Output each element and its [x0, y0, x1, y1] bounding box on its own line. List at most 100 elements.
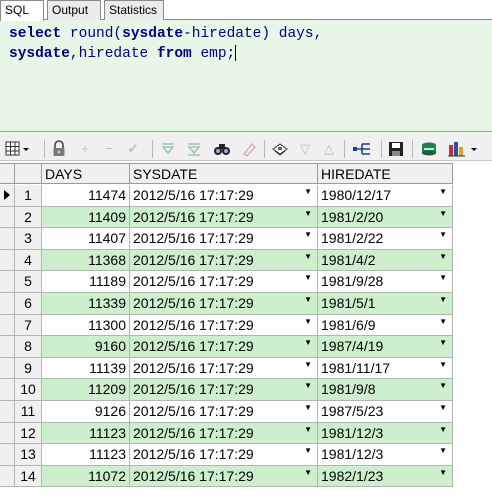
table-row[interactable]: 4 11368 2012/5/16 17:17:29 ▼ 1981/4/2 ▼ — [0, 249, 453, 272]
column-header-sysdate[interactable]: SYSDATE — [130, 164, 318, 184]
cell-days[interactable]: 11123 — [42, 444, 130, 465]
table-row[interactable]: 7 11300 2012/5/16 17:17:29 ▼ 1981/6/9 ▼ — [0, 314, 453, 337]
row-number[interactable]: 7 — [15, 314, 42, 336]
table-row[interactable]: 11 9126 2012/5/16 17:17:29 ▼ 1987/5/23 ▼ — [0, 401, 453, 423]
cell-sysdate[interactable]: 2012/5/16 17:17:29 ▼ — [130, 401, 318, 422]
cell-days[interactable]: 9126 — [42, 401, 130, 422]
grid-menu-icon[interactable] — [4, 140, 30, 158]
row-indicator[interactable] — [0, 271, 15, 292]
dropdown-arrow-icon[interactable]: ▼ — [304, 382, 312, 390]
row-number[interactable]: 4 — [15, 249, 42, 271]
row-indicator[interactable] — [0, 293, 15, 314]
cell-hiredate[interactable]: 1980/12/17 ▼ — [318, 185, 453, 206]
cell-sysdate[interactable]: 2012/5/16 17:17:29 ▼ — [130, 228, 318, 249]
row-number[interactable]: 8 — [15, 336, 42, 357]
dropdown-arrow-icon[interactable]: ▼ — [439, 252, 447, 261]
cell-days[interactable]: 11300 — [42, 314, 130, 336]
table-row[interactable]: 9 11139 2012/5/16 17:17:29 ▼ 1981/11/17 ▼ — [0, 357, 453, 380]
row-indicator[interactable] — [0, 422, 15, 444]
cell-days[interactable]: 11409 — [42, 206, 130, 228]
tab-output[interactable]: Output — [47, 0, 101, 20]
cell-sysdate[interactable]: 2012/5/16 17:17:29 ▼ — [130, 185, 318, 206]
dropdown-arrow-icon[interactable]: ▼ — [439, 209, 447, 218]
cell-hiredate[interactable]: 1981/5/1 ▼ — [318, 293, 453, 314]
dropdown-arrow-icon[interactable]: ▼ — [304, 447, 312, 455]
cell-hiredate[interactable]: 1981/6/9 ▼ — [318, 314, 453, 336]
dropdown-arrow-icon[interactable]: ▼ — [304, 231, 312, 239]
table-row[interactable]: 8 9160 2012/5/16 17:17:29 ▼ 1987/4/19 ▼ — [0, 336, 453, 358]
dropdown-arrow-icon[interactable]: ▼ — [304, 425, 312, 434]
cell-days[interactable]: 11339 — [42, 293, 130, 314]
table-row[interactable]: 5 11189 2012/5/16 17:17:29 ▼ 1981/9/28 ▼ — [0, 271, 453, 293]
cell-sysdate[interactable]: 2012/5/16 17:17:29 ▼ — [130, 422, 318, 444]
save-icon[interactable] — [387, 140, 405, 158]
cell-hiredate[interactable]: 1981/2/22 ▼ — [318, 228, 453, 249]
cell-hiredate[interactable]: 1981/4/2 ▼ — [318, 249, 453, 271]
find-icon[interactable] — [212, 140, 232, 158]
explain-plan-icon[interactable] — [352, 140, 374, 158]
table-row[interactable]: 10 11209 2012/5/16 17:17:29 ▼ 1981/9/8 ▼ — [0, 379, 453, 401]
dropdown-arrow-icon[interactable]: ▼ — [304, 252, 312, 261]
dropdown-arrow-icon[interactable]: ▼ — [304, 296, 312, 304]
cell-hiredate[interactable]: 1981/12/3 ▼ — [318, 422, 453, 444]
dropdown-arrow-icon[interactable]: ▼ — [439, 188, 447, 196]
cell-sysdate[interactable]: 2012/5/16 17:17:29 ▼ — [130, 357, 318, 379]
row-number[interactable]: 9 — [15, 357, 42, 379]
row-number[interactable]: 10 — [15, 379, 42, 400]
filter-icon[interactable] — [158, 140, 178, 158]
column-header-days[interactable]: DAYS — [42, 164, 130, 184]
dropdown-arrow-icon[interactable]: ▼ — [439, 468, 447, 477]
export-icon[interactable] — [419, 140, 439, 158]
row-indicator[interactable] — [0, 444, 15, 465]
row-number[interactable]: 13 — [15, 444, 42, 465]
row-number[interactable]: 5 — [15, 271, 42, 292]
row-number[interactable]: 14 — [15, 465, 42, 487]
cell-sysdate[interactable]: 2012/5/16 17:17:29 ▼ — [130, 444, 318, 465]
cell-sysdate[interactable]: 2012/5/16 17:17:29 ▼ — [130, 465, 318, 487]
delete-record-icon[interactable]: − — [100, 140, 118, 158]
table-row[interactable]: 6 11339 2012/5/16 17:17:29 ▼ 1981/5/1 ▼ — [0, 293, 453, 315]
cell-hiredate[interactable]: 1981/11/17 ▼ — [318, 357, 453, 379]
dropdown-arrow-icon[interactable]: ▼ — [439, 339, 447, 347]
dropdown-arrow-icon[interactable]: ▼ — [304, 360, 312, 369]
row-number[interactable]: 6 — [15, 293, 42, 314]
cell-days[interactable]: 11123 — [42, 422, 130, 444]
cell-hiredate[interactable]: 1981/12/3 ▼ — [318, 444, 453, 465]
dropdown-arrow-icon[interactable]: ▼ — [439, 317, 447, 326]
cell-days[interactable]: 11189 — [42, 271, 130, 292]
dropdown-arrow-icon[interactable]: ▼ — [439, 447, 447, 455]
cell-sysdate[interactable]: 2012/5/16 17:17:29 ▼ — [130, 293, 318, 314]
tab-statistics[interactable]: Statistics — [104, 0, 164, 20]
clear-filter-icon[interactable] — [184, 140, 204, 158]
cell-days[interactable]: 11139 — [42, 357, 130, 379]
cell-days[interactable]: 11474 — [42, 185, 130, 206]
sql-editor[interactable]: select round(sysdate-hiredate) days, sys… — [0, 20, 492, 132]
post-edit-icon[interactable]: ✔ — [124, 140, 142, 158]
row-indicator[interactable] — [0, 185, 15, 206]
cell-hiredate[interactable]: 1981/9/28 ▼ — [318, 271, 453, 292]
dropdown-arrow-icon[interactable]: ▼ — [304, 317, 312, 326]
cell-sysdate[interactable]: 2012/5/16 17:17:29 ▼ — [130, 314, 318, 336]
cell-hiredate[interactable]: 1987/4/19 ▼ — [318, 336, 453, 357]
table-row[interactable]: 2 11409 2012/5/16 17:17:29 ▼ 1981/2/20 ▼ — [0, 206, 453, 229]
print-icon[interactable] — [270, 140, 290, 158]
dropdown-arrow-icon[interactable]: ▼ — [439, 360, 447, 369]
row-number[interactable]: 1 — [15, 185, 42, 206]
cell-hiredate[interactable]: 1981/9/8 ▼ — [318, 379, 453, 400]
lock-icon[interactable] — [50, 140, 68, 158]
row-number[interactable]: 2 — [15, 206, 42, 228]
dropdown-arrow-icon[interactable]: ▼ — [439, 274, 447, 282]
cell-days[interactable]: 11407 — [42, 228, 130, 249]
cell-days[interactable]: 9160 — [42, 336, 130, 357]
row-indicator[interactable] — [0, 401, 15, 422]
row-indicator[interactable] — [0, 228, 15, 249]
cell-hiredate[interactable]: 1987/5/23 ▼ — [318, 401, 453, 422]
row-number[interactable]: 11 — [15, 401, 42, 422]
dropdown-arrow-icon[interactable]: ▼ — [304, 404, 312, 412]
dropdown-arrow-icon[interactable]: ▼ — [439, 231, 447, 239]
row-number[interactable]: 3 — [15, 228, 42, 249]
cell-hiredate[interactable]: 1982/1/23 ▼ — [318, 465, 453, 487]
dropdown-arrow-icon[interactable]: ▼ — [304, 209, 312, 218]
dropdown-arrow-icon[interactable]: ▼ — [304, 274, 312, 282]
table-row[interactable]: 3 11407 2012/5/16 17:17:29 ▼ 1981/2/22 ▼ — [0, 228, 453, 250]
